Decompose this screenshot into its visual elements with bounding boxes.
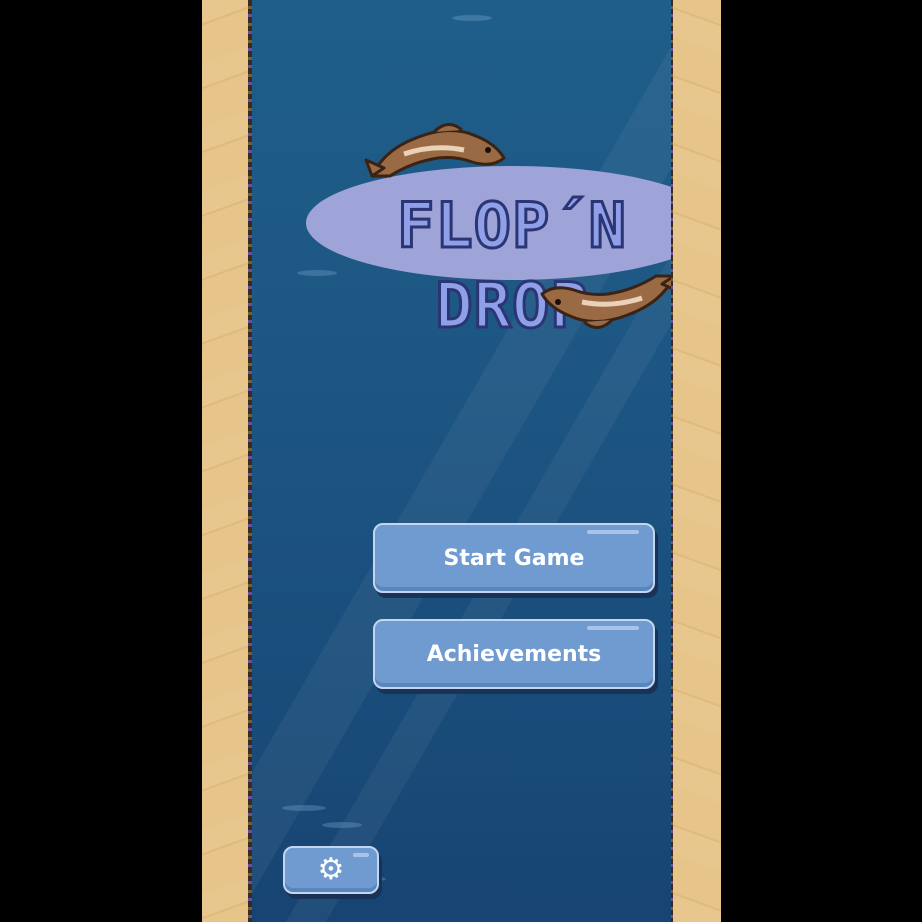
- fish-shadow: [322, 822, 362, 828]
- start-game-button[interactable]: Start Game: [373, 523, 655, 593]
- button-shine: [353, 853, 369, 857]
- start-game-label: Start Game: [443, 545, 585, 571]
- fish-shadow: [452, 15, 492, 21]
- fish-icon: [364, 123, 506, 178]
- button-shine: [587, 530, 639, 534]
- left-sand-bank: [202, 0, 250, 922]
- fish-icon: [540, 274, 671, 329]
- settings-button[interactable]: ⚙: [283, 846, 379, 894]
- gear-icon: ⚙: [317, 852, 345, 887]
- achievements-button[interactable]: Achievements: [373, 619, 655, 689]
- fish-shadow: [282, 805, 326, 811]
- right-sand-bank: [673, 0, 721, 922]
- water-background: FLOP´N DROP Start Game Achievements ⚙: [252, 0, 671, 922]
- achievements-label: Achievements: [426, 641, 602, 667]
- button-shine: [587, 626, 639, 630]
- game-screen: FLOP´N DROP Start Game Achievements ⚙: [202, 0, 721, 922]
- game-logo: FLOP´N DROP: [306, 116, 671, 344]
